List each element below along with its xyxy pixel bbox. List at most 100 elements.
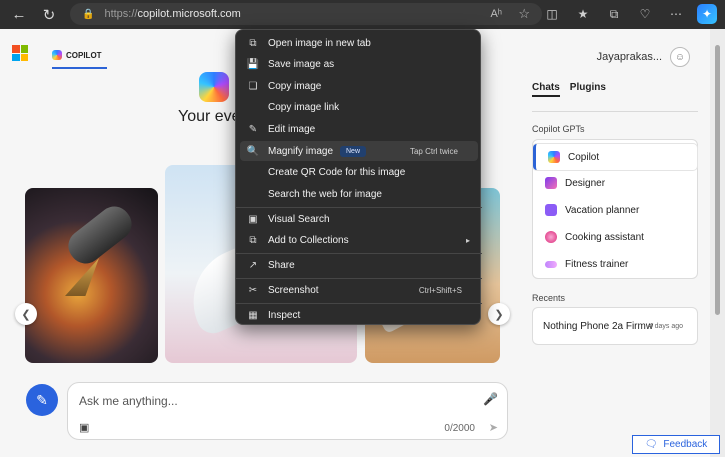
magnify-icon: 🔍 bbox=[246, 145, 260, 157]
gpt-item-vacation-planner[interactable]: Vacation planner bbox=[533, 197, 697, 223]
menu-copy-image-link[interactable]: Copy image link bbox=[240, 97, 478, 117]
url-host: copilot.microsoft.com bbox=[137, 8, 241, 20]
gpt-label: Copilot bbox=[568, 151, 600, 163]
copy-icon: ❏ bbox=[248, 80, 258, 92]
favorites-icon[interactable]: ★ bbox=[573, 4, 593, 24]
cooking-gpt-icon bbox=[545, 231, 557, 243]
split-screen-icon[interactable]: ◫ bbox=[542, 4, 562, 24]
menu-screenshot[interactable]: ✂ Screenshot Ctrl+Shift+S bbox=[240, 280, 478, 300]
scrollbar-thumb[interactable] bbox=[715, 45, 720, 315]
menu-label: Open image in new tab bbox=[268, 37, 371, 49]
menu-label: Create QR Code for this image bbox=[268, 166, 406, 178]
chat-composer[interactable]: Ask me anything... 🎤 ▣ 0/2000 ➤ bbox=[67, 382, 508, 440]
more-icon[interactable]: ⋯ bbox=[666, 4, 686, 24]
gpt-label: Fitness trainer bbox=[565, 258, 629, 270]
menu-label: Search the web for image bbox=[268, 188, 382, 200]
gpt-label: Designer bbox=[565, 177, 606, 189]
recent-item[interactable]: Nothing Phone 2a Firmw 4 days ago bbox=[532, 307, 698, 345]
recent-title: Nothing Phone 2a Firmw bbox=[543, 320, 654, 332]
edit-icon: ✎ bbox=[248, 123, 258, 135]
username: Jayaprakas... bbox=[596, 51, 662, 63]
inspect-icon: ▦ bbox=[248, 309, 258, 321]
gpt-item-designer[interactable]: Designer bbox=[533, 170, 697, 196]
vacation-gpt-icon bbox=[545, 204, 557, 216]
recents-label: Recents bbox=[532, 293, 566, 303]
right-panel-tabs: Chats Plugins bbox=[532, 82, 606, 97]
address-bar[interactable]: 🔒 https:// copilot.microsoft.com Aʰ ☆ bbox=[70, 3, 542, 25]
image-context-menu: ⧉ Open image in new tab 💾 Save image as … bbox=[235, 29, 482, 325]
menu-add-to-collections[interactable]: ⧉ Add to Collections ▸ bbox=[240, 230, 478, 250]
tab-underline bbox=[52, 67, 107, 69]
menu-separator bbox=[236, 253, 482, 254]
back-icon[interactable]: ← bbox=[8, 4, 30, 26]
image-card-fountain-pen[interactable] bbox=[25, 188, 158, 363]
submenu-arrow-icon: ▸ bbox=[465, 235, 470, 245]
copilot-gpt-icon bbox=[548, 151, 560, 163]
visual-search-icon: ▣ bbox=[248, 213, 258, 225]
health-icon[interactable]: ♡ bbox=[635, 4, 655, 24]
menu-separator bbox=[236, 278, 482, 279]
lock-icon: 🔒 bbox=[82, 8, 95, 20]
gpt-item-cooking-assistant[interactable]: Cooking assistant bbox=[533, 224, 697, 250]
menu-edit-image[interactable]: ✎ Edit image bbox=[240, 119, 478, 139]
pen-body bbox=[61, 200, 139, 270]
feedback-button[interactable]: 🗨 Feedback bbox=[632, 435, 720, 454]
avatar[interactable]: ☺ bbox=[670, 47, 690, 67]
menu-label: Copy image link bbox=[268, 101, 340, 113]
menu-share[interactable]: ↗ Share bbox=[240, 255, 478, 275]
gpts-list: Copilot Designer Vacation planner Cookin… bbox=[532, 139, 698, 279]
designer-gpt-icon bbox=[545, 177, 557, 189]
copilot-logo-icon bbox=[52, 50, 62, 60]
image-upload-icon[interactable]: ▣ bbox=[79, 421, 89, 434]
copilot-tab-label: COPILOT bbox=[66, 50, 102, 60]
send-icon[interactable]: ➤ bbox=[489, 421, 498, 434]
menu-label: Add to Collections bbox=[268, 234, 349, 246]
gpt-item-copilot[interactable]: Copilot bbox=[533, 144, 697, 170]
shortcut-hint: Tap Ctrl twice bbox=[409, 146, 458, 156]
menu-separator bbox=[236, 207, 482, 208]
microphone-icon[interactable]: 🎤 bbox=[483, 392, 498, 406]
microsoft-logo[interactable] bbox=[12, 45, 28, 61]
chat-input[interactable]: Ask me anything... bbox=[79, 394, 178, 408]
user-menu[interactable]: Jayaprakas... ☺ bbox=[597, 47, 690, 67]
refresh-icon[interactable]: ↻ bbox=[38, 4, 60, 26]
copilot-tab[interactable]: COPILOT bbox=[52, 43, 107, 69]
menu-inspect[interactable]: ▦ Inspect bbox=[240, 305, 478, 325]
tab-plugins[interactable]: Plugins bbox=[570, 82, 606, 97]
menu-create-qr-code[interactable]: Create QR Code for this image bbox=[240, 162, 478, 182]
carousel-prev-icon[interactable]: ❮ bbox=[15, 303, 37, 325]
collections-toolbar-icon[interactable]: ⧉ bbox=[604, 4, 624, 24]
divider bbox=[532, 111, 698, 112]
menu-label: Edit image bbox=[268, 123, 316, 135]
recent-date: 4 days ago bbox=[648, 322, 683, 330]
copilot-sidebar-icon[interactable]: ✦ bbox=[697, 4, 717, 24]
share-icon: ↗ bbox=[248, 259, 258, 271]
feedback-label: Feedback bbox=[663, 439, 708, 450]
menu-search-web-for-image[interactable]: Search the web for image bbox=[240, 184, 478, 204]
menu-magnify-image[interactable]: 🔍 Magnify image New Tap Ctrl twice bbox=[240, 141, 478, 161]
url-prefix: https:// bbox=[104, 8, 138, 20]
new-topic-button[interactable]: ✎ bbox=[26, 384, 58, 416]
browser-toolbar: ← ↻ 🔒 https:// copilot.microsoft.com Aʰ … bbox=[0, 0, 725, 29]
gpt-item-fitness-trainer[interactable]: Fitness trainer bbox=[533, 251, 697, 277]
page-scrollbar[interactable] bbox=[710, 29, 725, 457]
tab-chats[interactable]: Chats bbox=[532, 82, 560, 97]
collections-icon: ⧉ bbox=[249, 234, 257, 246]
carousel-next-icon[interactable]: ❯ bbox=[488, 303, 510, 325]
char-count: 0/2000 bbox=[444, 423, 475, 434]
feedback-icon: 🗨 bbox=[644, 439, 658, 450]
save-icon: 💾 bbox=[246, 58, 260, 70]
shortcut-hint: Ctrl+Shift+S bbox=[418, 285, 462, 295]
favorite-star-icon[interactable]: ☆ bbox=[518, 6, 530, 22]
read-aloud-icon[interactable]: Aʰ bbox=[490, 8, 502, 20]
menu-visual-search[interactable]: ▣ Visual Search bbox=[240, 209, 478, 229]
menu-label: Magnify image bbox=[268, 145, 334, 157]
menu-label: Save image as bbox=[268, 58, 335, 70]
gpt-label: Vacation planner bbox=[565, 204, 640, 216]
menu-label: Copy image bbox=[268, 80, 322, 92]
screenshot-icon: ✂ bbox=[248, 284, 258, 296]
menu-open-image-new-tab[interactable]: ⧉ Open image in new tab bbox=[240, 33, 478, 53]
menu-save-image-as[interactable]: 💾 Save image as bbox=[240, 54, 478, 74]
menu-label: Visual Search bbox=[268, 213, 330, 225]
menu-copy-image[interactable]: ❏ Copy image bbox=[240, 76, 478, 96]
